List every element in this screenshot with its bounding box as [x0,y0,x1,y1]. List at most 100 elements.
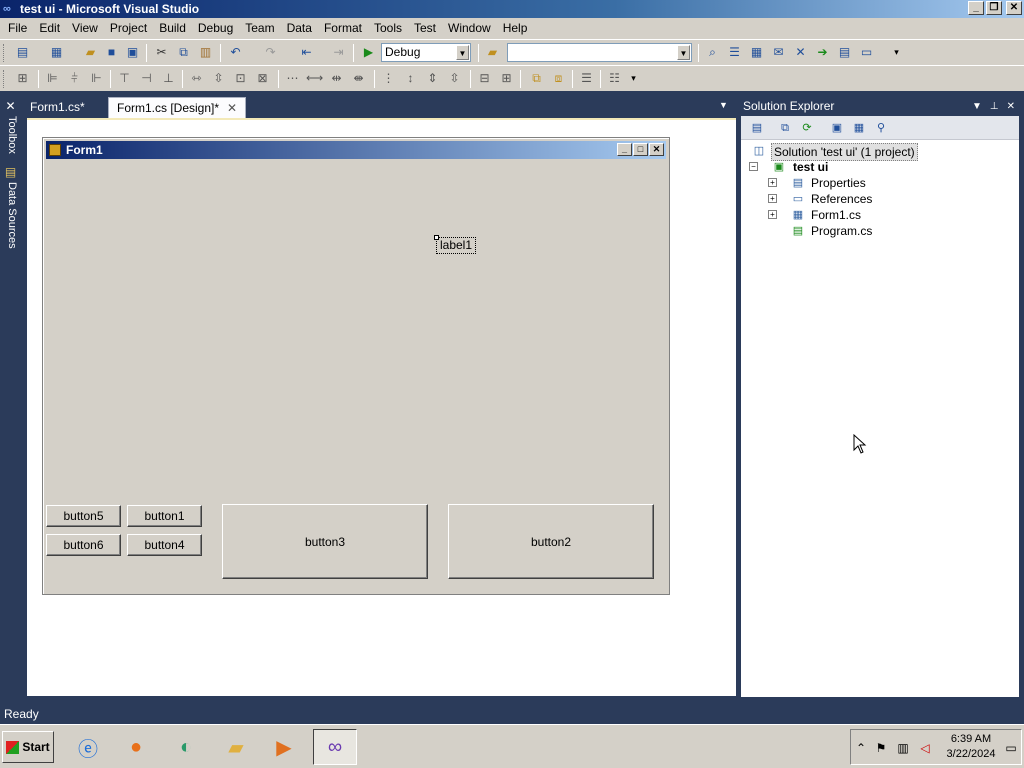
toolbar-grip[interactable] [3,70,6,88]
button4[interactable]: button4 [127,534,202,556]
make-same-height-icon[interactable]: ⇳ [210,70,227,87]
find-combo[interactable]: ▼ [507,43,692,62]
close-panel-icon[interactable]: ✕ [1007,97,1015,116]
button5[interactable]: button5 [46,505,121,527]
menu-edit[interactable]: Edit [33,18,66,39]
network-icon[interactable]: ▥ [895,740,911,756]
view-code-icon[interactable]: ▣ [829,120,845,136]
decrease-horizontal-spacing-icon[interactable]: ⇹ [328,70,345,87]
menu-project[interactable]: Project [104,18,153,39]
menu-format[interactable]: Format [318,18,368,39]
align-bottoms-icon[interactable]: ⊥ [160,70,177,87]
align-centers-icon[interactable]: ⫩ [66,70,83,87]
close-button[interactable]: ✕ [1006,1,1022,15]
expand-icon[interactable]: + [768,178,777,187]
start-debugging-icon[interactable]: ▶ [360,44,377,61]
tree-item-solution[interactable]: ◫ Solution 'test ui' (1 project) [751,143,1011,161]
show-desktop-icon[interactable]: ▭ [1003,740,1019,756]
object-browser-icon[interactable]: ▦ [748,44,765,61]
find-in-files-icon[interactable]: ▰ [484,44,501,61]
window-position-icon[interactable]: ▼ [972,97,982,116]
button2[interactable]: button2 [448,504,654,579]
toolbox-icon[interactable]: ✉ [770,44,787,61]
other-windows-icon[interactable]: ▭ [858,44,875,61]
make-same-width-icon[interactable]: ⇿ [188,70,205,87]
refresh-icon[interactable]: ⟳ [799,120,815,136]
solution-configuration-select[interactable]: Debug ▼ [381,43,471,62]
align-middles-icon[interactable]: ⊣ [138,70,155,87]
edge-icon[interactable]: ◐ [164,729,208,765]
make-horizontal-spacing-equal-icon[interactable]: ⋯ [284,70,301,87]
collapse-icon[interactable]: − [749,162,758,171]
view-designer-icon[interactable]: ▦ [851,120,867,136]
solution-explorer-icon[interactable]: ⌕ [704,44,721,61]
label1-control[interactable]: label1 [434,235,476,254]
restore-button[interactable]: ❐ [986,1,1002,15]
redo-icon[interactable]: ↷ [262,44,279,61]
menu-test[interactable]: Test [408,18,442,39]
menu-window[interactable]: Window [442,18,497,39]
media-player-icon[interactable]: ▶ [262,729,306,765]
action-center-flag-icon[interactable]: ⚑ [873,740,889,756]
start-button[interactable]: Start [2,731,54,763]
navigate-backward-icon[interactable]: ⇤ [298,44,315,61]
view-class-diagram-icon[interactable]: ⚲ [873,120,889,136]
tab-form1-code[interactable]: Form1.cs* [22,97,93,118]
tree-item-properties[interactable]: + ▤ Properties [768,175,1008,191]
tools-icon[interactable]: ✕ [792,44,809,61]
internet-explorer-icon[interactable]: ⓔ [66,729,110,765]
tree-item-form1[interactable]: + ▦ Form1.cs [768,207,1008,223]
minimize-button[interactable]: _ [968,1,984,15]
toolbar-options-icon[interactable]: ▾ [888,44,905,61]
expand-icon[interactable]: + [768,194,777,203]
align-to-grid-icon[interactable]: ⊞ [14,70,31,87]
make-same-size-icon[interactable]: ⊠ [254,70,271,87]
lock-controls-icon[interactable]: ☰ [578,70,595,87]
class-view-icon[interactable]: ▤ [836,44,853,61]
open-file-icon[interactable]: ▰ [82,44,99,61]
undo-icon[interactable]: ↶ [227,44,244,61]
active-files-dropdown-icon[interactable]: ▼ [719,100,728,110]
new-project-icon[interactable]: ▤ [14,44,31,61]
decrease-vertical-spacing-icon[interactable]: ⇕ [424,70,441,87]
show-hidden-icons-icon[interactable]: ⌃ [853,740,869,756]
show-all-files-icon[interactable]: ⧉ [777,120,793,136]
tree-item-project[interactable]: − ▣ test ui [749,159,1009,175]
move-handle[interactable] [434,235,439,240]
align-lefts-icon[interactable]: ⊫ [44,70,61,87]
menu-build[interactable]: Build [153,18,192,39]
form1-title-bar[interactable]: Form1 _ □ ✕ [46,141,666,159]
cut-icon[interactable]: ✂ [153,44,170,61]
volume-muted-icon[interactable]: ◁ [917,740,933,756]
button1[interactable]: button1 [127,505,202,527]
menu-tools[interactable]: Tools [368,18,408,39]
save-icon[interactable]: ■ [103,44,120,61]
toolbar-options-icon[interactable]: ▾ [625,70,642,87]
remove-vertical-spacing-icon[interactable]: ⇳ [446,70,463,87]
menu-team[interactable]: Team [239,18,280,39]
menu-data[interactable]: Data [281,18,318,39]
align-tops-icon[interactable]: ⊤ [116,70,133,87]
data-sources-tab[interactable]: Data Sources [2,182,18,249]
center-horizontally-icon[interactable]: ⊟ [476,70,493,87]
file-explorer-icon[interactable]: ▰ [214,729,258,765]
toolbox-tab[interactable]: Toolbox [2,116,18,154]
tree-item-references[interactable]: + ▭ References [768,191,1008,207]
properties-window-icon[interactable]: ☰ [726,44,743,61]
menu-view[interactable]: View [66,18,104,39]
save-all-icon[interactable]: ▣ [124,44,141,61]
button3[interactable]: button3 [222,504,428,579]
increase-horizontal-spacing-icon[interactable]: ⟷ [306,70,323,87]
expand-icon[interactable]: + [768,210,777,219]
navigate-forward-icon[interactable]: ⇥ [330,44,347,61]
menu-debug[interactable]: Debug [192,18,239,39]
properties-icon[interactable]: ▤ [749,120,765,136]
size-to-grid-icon[interactable]: ⊡ [232,70,249,87]
make-vertical-spacing-equal-icon[interactable]: ⋮ [380,70,397,87]
pin-icon[interactable]: ⊥ [990,97,999,116]
tab-form1-design[interactable]: Form1.cs [Design]* ✕ [108,97,247,118]
menu-help[interactable]: Help [497,18,534,39]
copy-icon[interactable]: ⧉ [175,44,192,61]
bring-to-front-icon[interactable]: ⧉ [528,70,545,87]
center-vertically-icon[interactable]: ⊞ [498,70,515,87]
